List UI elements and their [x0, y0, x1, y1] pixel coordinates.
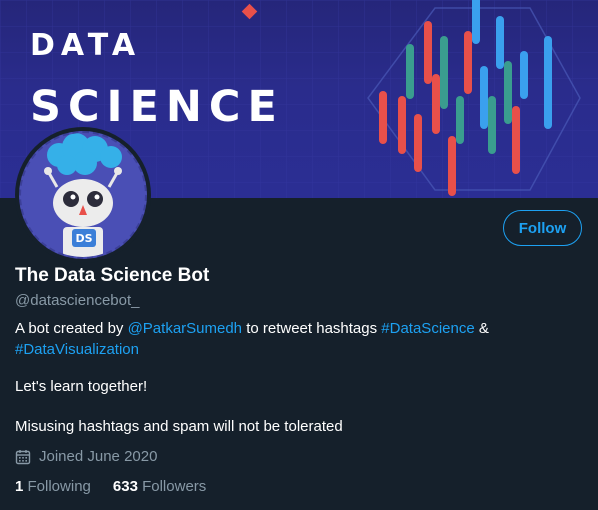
- candlestick-art: [367, 0, 581, 196]
- following-label: Following: [27, 478, 91, 495]
- hashtag-link-datavisualization[interactable]: #DataVisualization: [15, 341, 139, 358]
- joined-label: Joined June 2020: [39, 448, 158, 465]
- mention-link[interactable]: @PatkarSumedh: [128, 320, 242, 337]
- profile-page: DATA SCIENCE DS Follow The Data Science …: [0, 0, 598, 510]
- calendar-icon: [15, 449, 31, 464]
- banner-title-line2: SCIENCE: [30, 82, 284, 132]
- profile-name: The Data Science Bot: [15, 265, 210, 286]
- followers-label: Followers: [142, 478, 207, 495]
- bio-text-1: A bot created by: [15, 320, 128, 337]
- bio-text-2: to retweet hashtags: [242, 320, 382, 337]
- profile-bio: A bot created by @PatkarSumedh to retwee…: [15, 318, 575, 360]
- following-link[interactable]: 1 Following: [15, 478, 91, 495]
- bio-text-3: &: [474, 320, 489, 337]
- profile-handle: @datasciencebot_: [15, 292, 140, 309]
- avatar[interactable]: DS: [15, 127, 151, 263]
- banner-title-line1: DATA: [30, 28, 142, 63]
- follow-stats: 1 Following 633 Followers: [15, 478, 228, 495]
- followers-count: 633: [112, 478, 138, 495]
- chart-bars: [379, 0, 552, 196]
- joined-date: Joined June 2020: [15, 448, 157, 465]
- avatar-image: DS: [19, 131, 147, 259]
- follow-button[interactable]: Follow: [503, 210, 582, 246]
- hashtag-link-datascience[interactable]: #DataScience: [381, 320, 474, 337]
- following-count: 1: [15, 478, 24, 495]
- avatar-badge: DS: [72, 229, 96, 247]
- bio-line-spam: Misusing hashtags and spam will not be t…: [15, 418, 343, 435]
- followers-link[interactable]: 633 Followers: [113, 478, 206, 495]
- bio-line-learn: Let's learn together!: [15, 378, 148, 395]
